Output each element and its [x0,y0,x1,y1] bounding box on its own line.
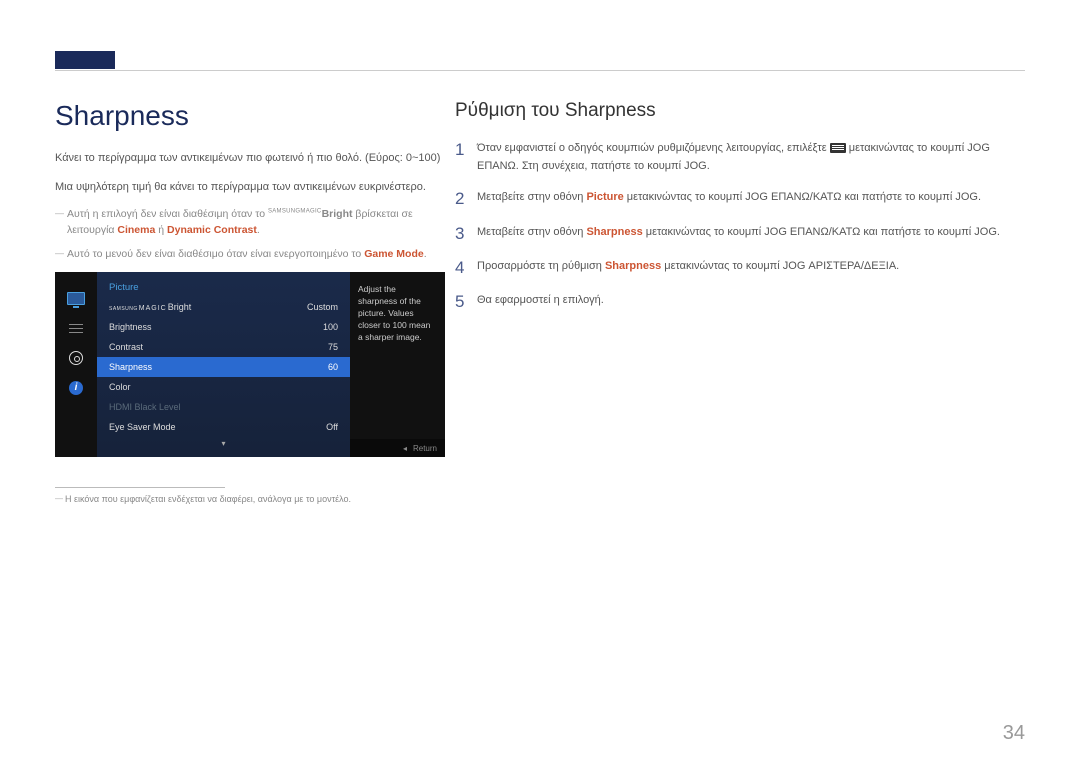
osd-sidebar: i [55,272,97,457]
osd-row: Sharpness60 [97,357,350,377]
osd-scroll-indicator: ▾ [97,437,350,448]
osd-help-panel: Adjust the sharpness of the picture. Val… [350,272,445,457]
step-number: 1 [455,140,477,175]
note-2: Αυτό το μενού δεν είναι διαθέσιμο όταν ε… [67,247,445,263]
footnote: Η εικόνα που εμφανίζεται ενδέχεται να δι… [65,494,445,504]
monitor-icon [66,290,86,306]
osd-row: HDMI Black Level [97,397,350,417]
step-text: Όταν εμφανιστεί ο οδηγός κουμπιών ρυθμιζ… [477,140,1030,175]
sliders-icon [66,320,86,336]
osd-row: Eye Saver ModeOff [97,417,350,437]
steps-list: 1Όταν εμφανιστεί ο οδηγός κουμπιών ρυθμι… [455,140,1030,313]
step-number: 4 [455,258,477,278]
osd-menu: Picture SAMSUNGMAGICBrightCustomBrightne… [97,272,350,457]
step-row: 3Μεταβείτε στην οθόνη Sharpness μετακινώ… [455,224,1030,244]
page-title: Sharpness [55,100,445,132]
osd-screenshot: i Picture SAMSUNGMAGICBrightCustomBright… [55,272,445,457]
osd-help-text: Adjust the sharpness of the picture. Val… [358,284,437,343]
step-row: 5Θα εφαρμοστεί η επιλογή. [455,292,1030,312]
osd-items: SAMSUNGMAGICBrightCustomBrightness100Con… [97,297,350,437]
step-text: Θα εφαρμοστεί η επιλογή. [477,292,1030,312]
right-column: Ρύθμιση του Sharpness 1Όταν εμφανιστεί ο… [455,100,1030,327]
footnote-rule [55,487,225,488]
note-1: Αυτή η επιλογή δεν είναι διαθέσιμη όταν … [67,207,445,239]
osd-row: Contrast75 [97,337,350,357]
step-number: 3 [455,224,477,244]
step-text: Προσαρμόστε τη ρύθμιση Sharpness μετακιν… [477,258,1030,278]
step-row: 4Προσαρμόστε τη ρύθμιση Sharpness μετακι… [455,258,1030,278]
header-rule [55,70,1025,71]
osd-row: SAMSUNGMAGICBrightCustom [97,297,350,317]
description-1: Κάνει το περίγραμμα των αντικειμένων πιο… [55,150,445,167]
return-label: Return [413,443,437,454]
step-row: 1Όταν εμφανιστεί ο οδηγός κουμπιών ρυθμι… [455,140,1030,175]
chapter-tab [55,51,115,69]
step-number: 5 [455,292,477,312]
osd-footer: ◂ Return [350,439,445,457]
menu-icon [830,143,846,153]
osd-header: Picture [97,278,350,297]
gear-icon [66,350,86,366]
osd-row: Brightness100 [97,317,350,337]
return-arrow-icon: ◂ [403,443,407,454]
step-text: Μεταβείτε στην οθόνη Picture μετακινώντα… [477,189,1030,209]
step-row: 2Μεταβείτε στην οθόνη Picture μετακινώντ… [455,189,1030,209]
left-column: Sharpness Κάνει το περίγραμμα των αντικε… [55,100,445,504]
osd-row: Color [97,377,350,397]
description-2: Μια υψηλότερη τιμή θα κάνει το περίγραμμ… [55,179,445,196]
info-icon: i [66,380,86,396]
section-title: Ρύθμιση του Sharpness [455,100,1030,122]
step-number: 2 [455,189,477,209]
step-text: Μεταβείτε στην οθόνη Sharpness μετακινών… [477,224,1030,244]
page-number: 34 [1003,722,1025,745]
